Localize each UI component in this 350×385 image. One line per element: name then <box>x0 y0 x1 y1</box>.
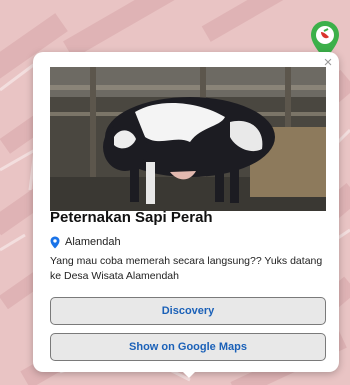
location-pin-icon <box>50 236 60 248</box>
place-location: Alamendah <box>50 234 121 250</box>
place-description: Yang mau coba memerah secara langsung?? … <box>50 255 323 282</box>
location-label: Alamendah <box>65 236 121 248</box>
discovery-button[interactable]: Discovery <box>50 297 326 325</box>
place-photo <box>50 67 326 211</box>
place-popup: × Peternakan Sapi Perah Alamendah Yang m… <box>33 52 339 372</box>
show-on-google-maps-button[interactable]: Show on Google Maps <box>50 333 326 361</box>
place-title: Peternakan Sapi Perah <box>50 209 213 226</box>
popup-pointer <box>180 369 198 378</box>
